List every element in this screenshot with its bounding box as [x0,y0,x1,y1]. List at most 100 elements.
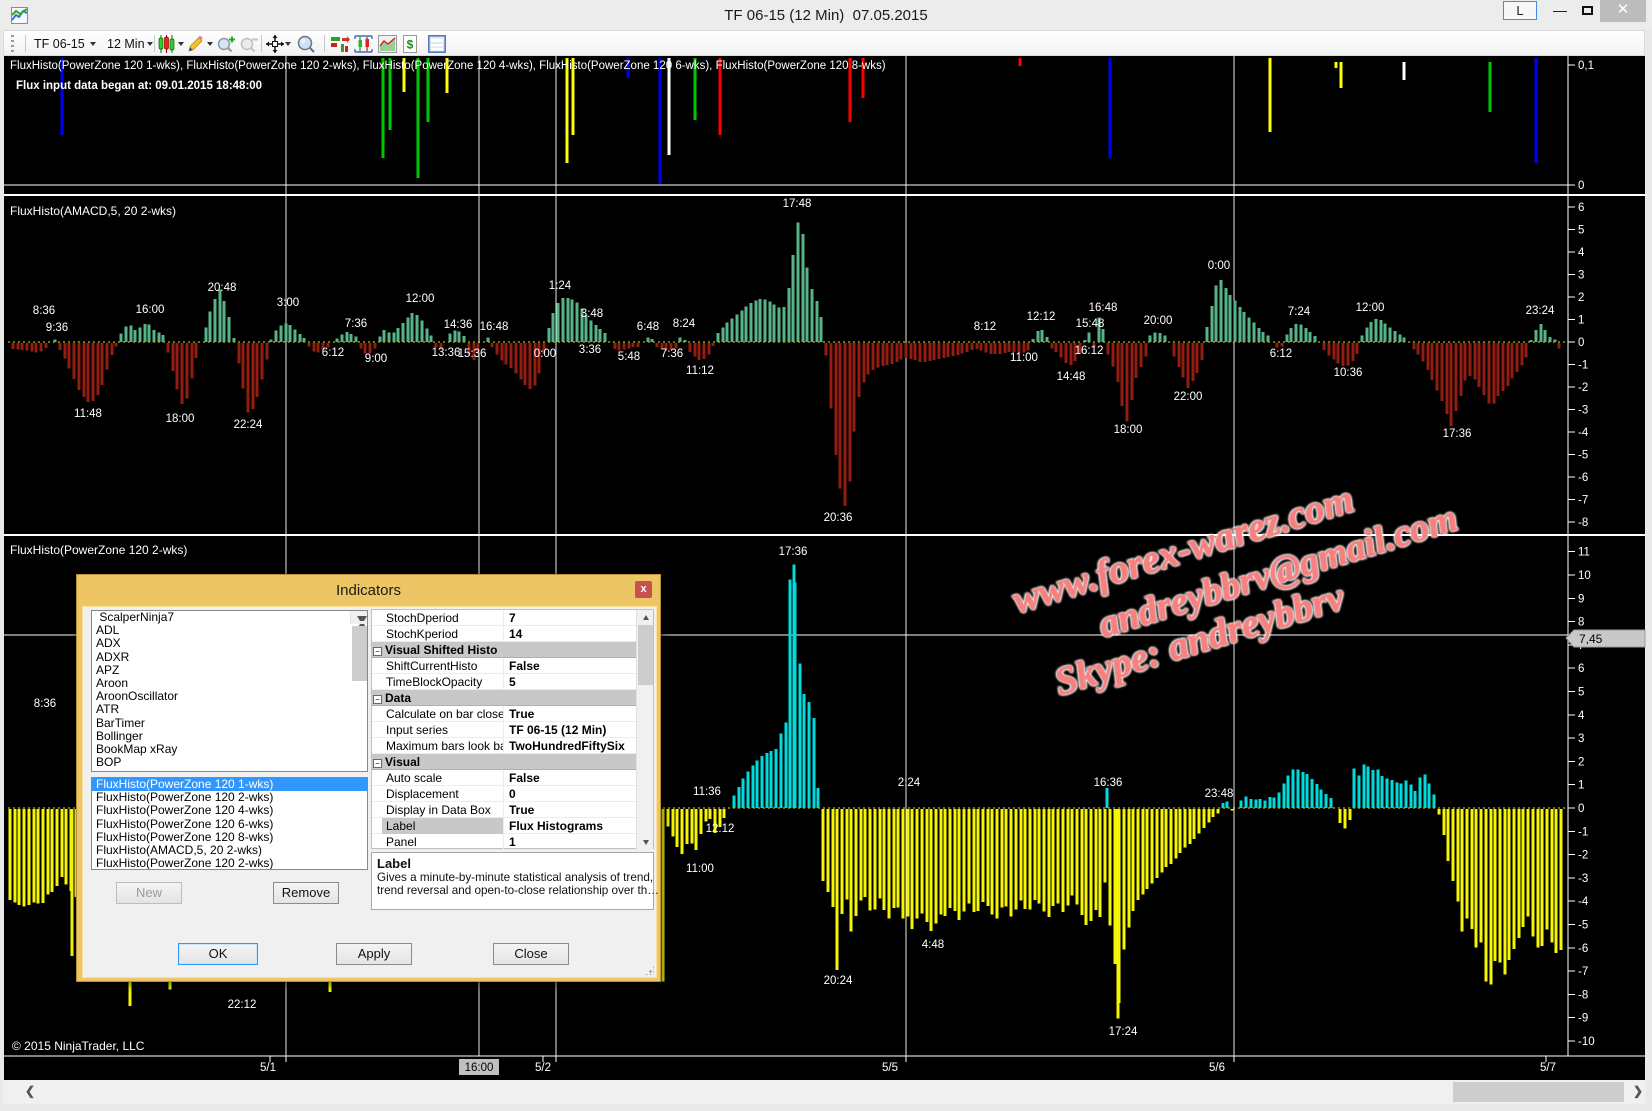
svg-text:8:24: 8:24 [673,318,696,330]
svg-text:16:00: 16:00 [465,1062,494,1074]
svg-text:15:36: 15:36 [458,348,487,360]
svg-text:FluxHisto(PowerZone 120 2-wks): FluxHisto(PowerZone 120 2-wks) [10,543,187,557]
svg-text:1: 1 [1578,780,1584,792]
svg-text:-6: -6 [1578,472,1588,484]
svg-text:-1: -1 [1578,826,1588,838]
svg-text:0: 0 [1578,180,1584,192]
svg-text:-9: -9 [1578,1013,1588,1025]
svg-text:5:48: 5:48 [618,351,640,363]
svg-text:2: 2 [1578,292,1584,304]
svg-text:8: 8 [1578,617,1584,629]
svg-text:5: 5 [1578,225,1584,237]
svg-text:16:48: 16:48 [480,321,509,333]
svg-text:20:24: 20:24 [824,975,853,987]
svg-text:11: 11 [1578,547,1590,559]
svg-text:14:36: 14:36 [444,319,473,331]
svg-text:6: 6 [1578,202,1584,214]
svg-text:4:48: 4:48 [922,939,944,951]
svg-text:16:12: 16:12 [1075,345,1104,357]
svg-text:5/7: 5/7 [1540,1062,1556,1074]
svg-text:0:00: 0:00 [534,348,556,360]
svg-text:1:24: 1:24 [549,280,572,292]
svg-text:7:36: 7:36 [345,318,367,330]
svg-text:-4: -4 [1578,896,1589,908]
svg-text:22:00: 22:00 [1174,391,1203,403]
svg-text:3:36: 3:36 [579,344,601,356]
svg-text:7:24: 7:24 [1288,306,1311,318]
svg-text:11:36: 11:36 [693,786,721,798]
svg-text:5/1: 5/1 [260,1062,276,1074]
svg-text:10:36: 10:36 [1334,367,1363,379]
svg-text:16:00: 16:00 [136,304,165,316]
svg-text:Flux input data began at: 09.0: Flux input data began at: 09.01.2015 18:… [16,80,262,92]
svg-text:FluxHisto(AMACD,5, 20 2-wks): FluxHisto(AMACD,5, 20 2-wks) [10,204,176,218]
svg-text:-3: -3 [1578,405,1588,417]
svg-text:3:48: 3:48 [581,308,603,320]
svg-text:5/6: 5/6 [1209,1062,1225,1074]
svg-text:FluxHisto(PowerZone 120 1-wks): FluxHisto(PowerZone 120 1-wks), FluxHist… [10,60,886,72]
svg-text:6:48: 6:48 [637,321,659,333]
svg-text:11:00: 11:00 [1010,352,1038,364]
svg-text:-10: -10 [1578,1036,1595,1048]
svg-text:17:36: 17:36 [1443,428,1472,440]
svg-text:20:48: 20:48 [208,282,237,294]
svg-text:0: 0 [1578,337,1584,349]
svg-text:-3: -3 [1578,873,1588,885]
svg-text:-7: -7 [1578,495,1588,507]
svg-text:16:48: 16:48 [1089,302,1118,314]
svg-text:© 2015 NinjaTrader, LLC: © 2015 NinjaTrader, LLC [12,1039,145,1053]
svg-text:8:12: 8:12 [974,321,996,333]
svg-text:12:12: 12:12 [1027,311,1056,323]
svg-text:6:12: 6:12 [322,347,344,359]
svg-text:4: 4 [1578,247,1585,259]
svg-text:6: 6 [1578,663,1584,675]
svg-text:-6: -6 [1578,943,1588,955]
svg-text:-4: -4 [1578,427,1589,439]
svg-text:11:12: 11:12 [686,365,714,377]
svg-text:9:36: 9:36 [46,322,68,334]
svg-text:20:36: 20:36 [824,512,853,524]
svg-text:6:12: 6:12 [1270,348,1292,360]
svg-text:12:00: 12:00 [406,293,435,305]
svg-text:3: 3 [1578,733,1584,745]
svg-text:20:00: 20:00 [1144,315,1173,327]
svg-text:11:48: 11:48 [74,408,102,420]
svg-text:2: 2 [1578,756,1584,768]
svg-text:18:00: 18:00 [1114,424,1143,436]
svg-text:15:48: 15:48 [1076,318,1105,330]
svg-text:-2: -2 [1578,382,1588,394]
svg-text:17:48: 17:48 [783,198,812,210]
svg-text:0:00: 0:00 [1208,260,1230,272]
svg-text:11:00: 11:00 [686,863,714,875]
svg-text:12:00: 12:00 [1356,302,1385,314]
svg-text:-8: -8 [1578,517,1588,529]
svg-text:8:36: 8:36 [33,305,55,317]
svg-text:9:00: 9:00 [365,353,387,365]
svg-text:22:12: 22:12 [228,999,257,1011]
svg-text:16:36: 16:36 [1094,777,1123,789]
svg-text:-5: -5 [1578,450,1588,462]
svg-text:3: 3 [1578,270,1584,282]
svg-text:8:36: 8:36 [34,698,56,710]
svg-text:9: 9 [1578,593,1584,605]
svg-text:0,1: 0,1 [1578,60,1594,72]
svg-text:5: 5 [1578,687,1584,699]
svg-text:22:24: 22:24 [234,419,263,431]
svg-text:-8: -8 [1578,989,1588,1001]
svg-text:2:24: 2:24 [898,777,921,789]
svg-text:14:48: 14:48 [1057,371,1086,383]
svg-text:5/5: 5/5 [882,1062,898,1074]
svg-text:5/2: 5/2 [535,1062,551,1074]
svg-text:10: 10 [1578,570,1591,582]
svg-text:17:24: 17:24 [1109,1026,1138,1038]
svg-text:18:00: 18:00 [166,413,195,425]
svg-text:23:24: 23:24 [1526,305,1555,317]
svg-text:7:36: 7:36 [661,348,683,360]
svg-text:-2: -2 [1578,850,1588,862]
svg-text:7,45: 7,45 [1579,632,1603,646]
svg-text:3:00: 3:00 [277,297,299,309]
svg-text:13:36: 13:36 [432,347,461,359]
svg-text:0: 0 [1578,803,1584,815]
svg-text:12:12: 12:12 [706,823,735,835]
svg-text:-7: -7 [1578,966,1588,978]
